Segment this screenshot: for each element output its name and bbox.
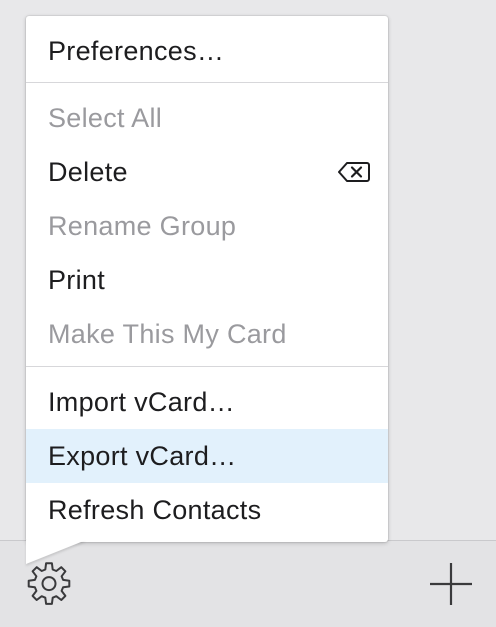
menu-item-label: Export vCard…	[48, 440, 237, 471]
menu-item-delete[interactable]: Delete	[26, 145, 388, 199]
menu-item-label: Print	[48, 264, 106, 295]
menu-item-label: Preferences…	[48, 35, 225, 66]
menu-item-print[interactable]: Print	[26, 253, 388, 307]
menu-item-preferences[interactable]: Preferences…	[26, 24, 388, 78]
menu-item-refresh-contacts[interactable]: Refresh Contacts	[26, 483, 388, 537]
menu-divider	[26, 82, 388, 83]
settings-menu-popover: Preferences… Select All Delete Rename Gr…	[26, 16, 388, 542]
gear-icon[interactable]	[26, 560, 72, 606]
menu-item-select-all[interactable]: Select All	[26, 91, 388, 145]
menu-item-label: Make This My Card	[48, 318, 287, 349]
menu-item-export-vcard[interactable]: Export vCard…	[26, 429, 388, 483]
menu-item-import-vcard[interactable]: Import vCard…	[26, 375, 388, 429]
menu-item-label: Rename Group	[48, 210, 237, 241]
menu-item-label: Delete	[48, 156, 128, 187]
menu-item-label: Select All	[48, 102, 163, 133]
menu-item-label: Import vCard…	[48, 386, 235, 417]
menu-item-make-this-my-card[interactable]: Make This My Card	[26, 307, 388, 361]
menu-item-label: Refresh Contacts	[48, 494, 262, 525]
menu-item-rename-group[interactable]: Rename Group	[26, 199, 388, 253]
plus-icon[interactable]	[428, 561, 474, 607]
menu-divider	[26, 366, 388, 367]
delete-backward-icon	[338, 162, 370, 182]
